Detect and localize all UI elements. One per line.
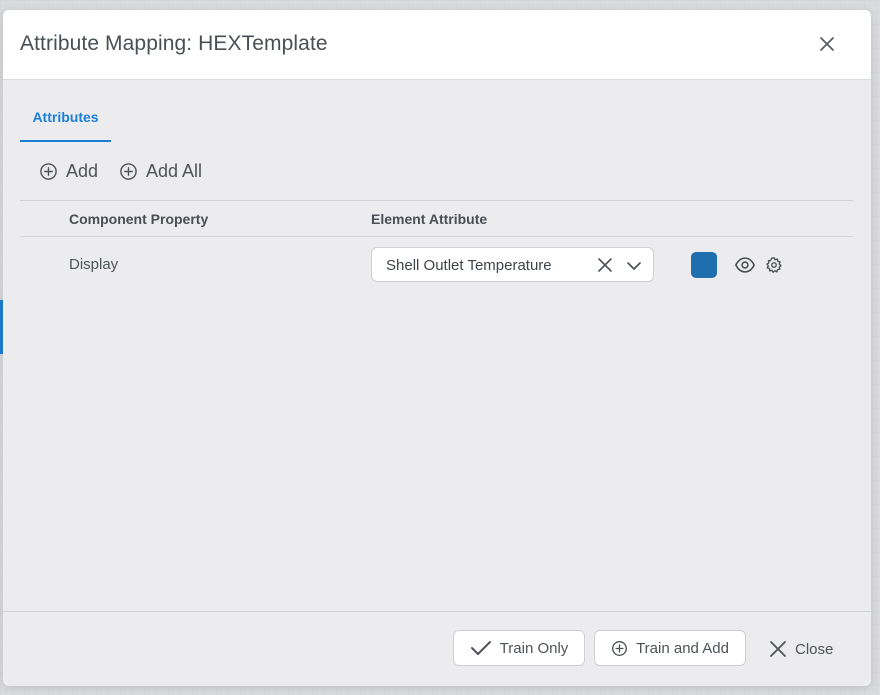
- clear-icon[interactable]: [597, 257, 613, 273]
- column-header-element-attribute: Element Attribute: [371, 211, 488, 227]
- dialog-title: Attribute Mapping: HEXTemplate: [20, 32, 328, 55]
- close-button[interactable]: Close: [769, 638, 833, 660]
- plus-circle-icon: [40, 162, 57, 180]
- eye-icon[interactable]: [734, 255, 756, 275]
- tab-attributes[interactable]: Attributes: [20, 108, 111, 142]
- plus-circle-icon: [612, 640, 628, 656]
- train-only-button[interactable]: Train Only: [453, 630, 585, 666]
- dialog-header: Attribute Mapping: HEXTemplate: [3, 10, 871, 80]
- element-attribute-value: Shell Outlet Temperature: [386, 257, 552, 274]
- attribute-mapping-dialog: Attribute Mapping: HEXTemplate Attribute…: [3, 10, 871, 686]
- component-property-cell: Display: [69, 256, 119, 273]
- train-only-label: Train Only: [499, 639, 569, 657]
- close-label: Close: [795, 640, 834, 658]
- gear-icon[interactable]: [765, 256, 783, 274]
- table-divider: [20, 200, 853, 201]
- column-header-component-property: Component Property: [69, 211, 209, 227]
- element-attribute-select[interactable]: Shell Outlet Temperature: [371, 247, 654, 282]
- train-and-add-button[interactable]: Train and Add: [594, 630, 746, 666]
- add-all-button[interactable]: Add All: [119, 160, 202, 182]
- close-icon: [770, 641, 786, 657]
- train-and-add-label: Train and Add: [636, 639, 729, 657]
- table-header-divider: [20, 236, 853, 237]
- footer-divider: [3, 611, 871, 612]
- add-all-label: Add All: [146, 160, 203, 181]
- add-button[interactable]: Add: [39, 160, 98, 182]
- plus-circle-icon: [120, 162, 137, 180]
- close-icon[interactable]: [815, 32, 839, 56]
- check-icon: [470, 641, 491, 655]
- chevron-down-icon[interactable]: [626, 258, 642, 274]
- tab-attributes-label: Attributes: [32, 109, 99, 125]
- color-swatch[interactable]: [691, 252, 717, 278]
- add-label: Add: [66, 160, 99, 181]
